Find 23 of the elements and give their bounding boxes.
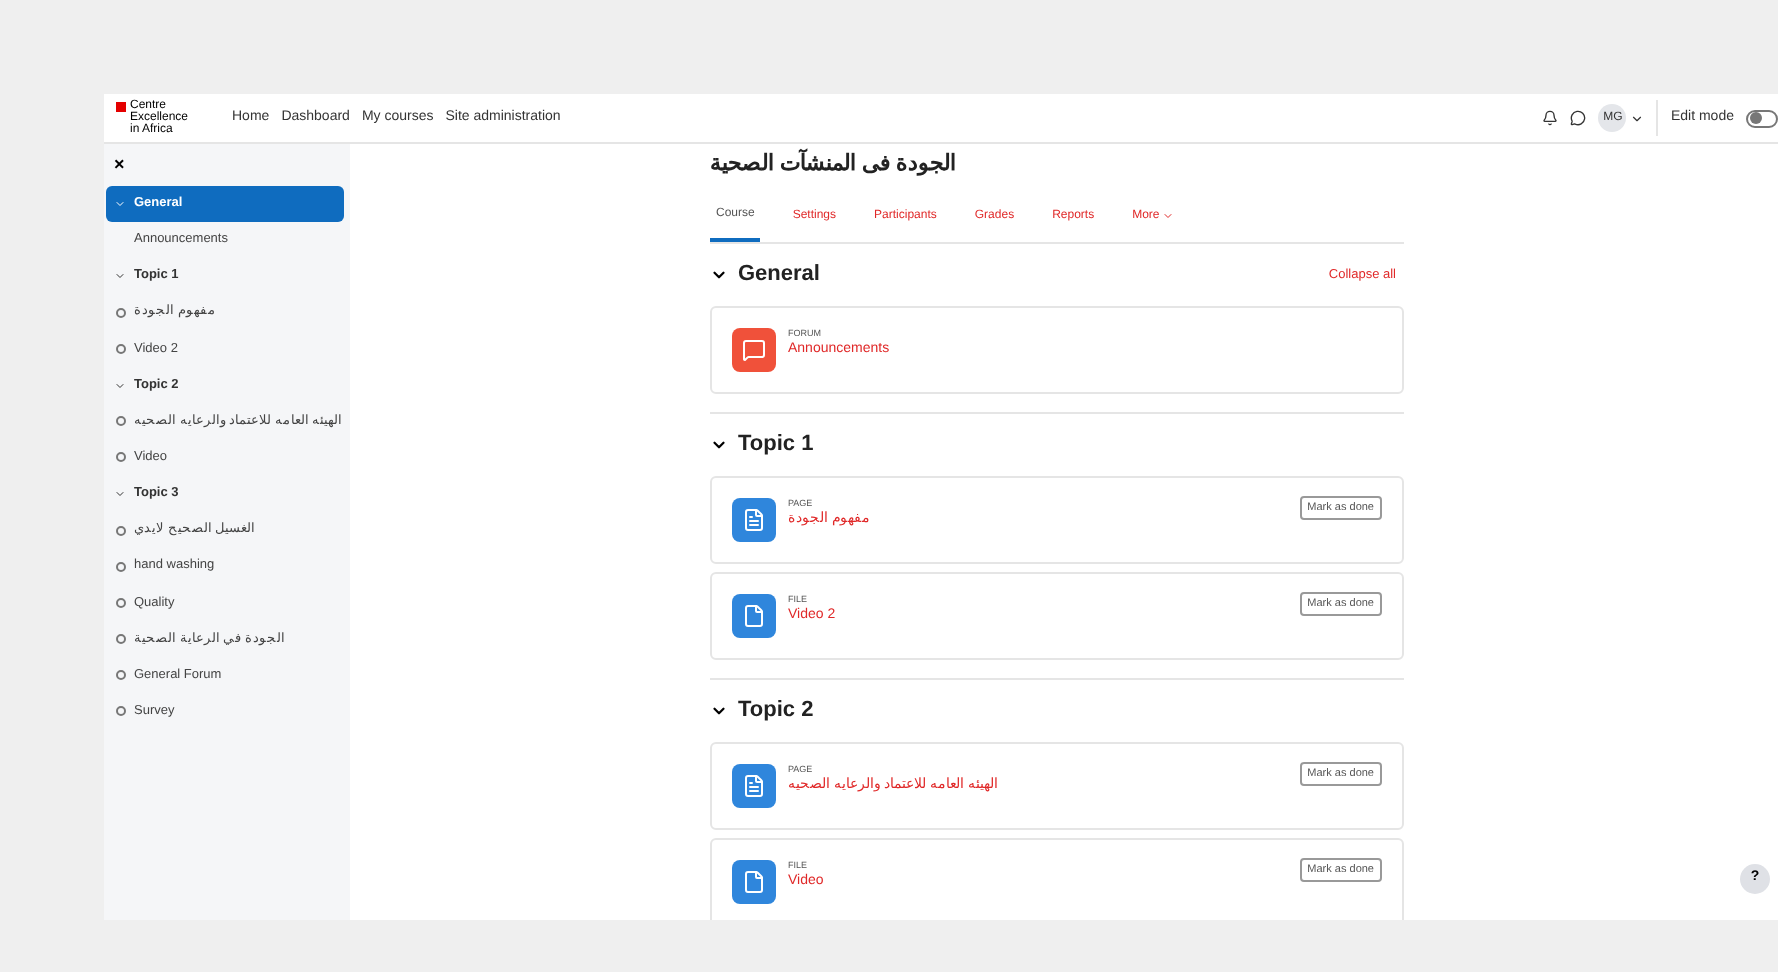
file-icon xyxy=(732,859,776,903)
forum-icon xyxy=(732,327,776,371)
chevron-icon[interactable] xyxy=(114,379,126,392)
messages-icon[interactable] xyxy=(1570,110,1587,126)
chevron-icon[interactable] xyxy=(114,487,126,500)
collapse-icon[interactable] xyxy=(710,266,728,284)
chevron-icon[interactable] xyxy=(114,270,126,283)
section-heading: General xyxy=(738,260,820,291)
notifications-icon[interactable] xyxy=(1542,110,1559,126)
section-heading: Topic 1 xyxy=(738,430,814,461)
course-title: الجودة فى المنشآت الصحية xyxy=(710,148,959,180)
file-icon xyxy=(732,593,776,637)
page-icon xyxy=(732,497,776,541)
collapse-icon[interactable] xyxy=(710,436,728,454)
section-heading: Topic 2 xyxy=(738,696,814,727)
edit-mode-switch[interactable] xyxy=(1746,109,1778,127)
logo-mark-icon xyxy=(116,102,126,112)
caret-icon xyxy=(1161,210,1174,222)
close-button[interactable]: × xyxy=(114,156,350,174)
page-icon xyxy=(732,763,776,807)
chevron-icon[interactable] xyxy=(114,198,126,210)
caret-icon xyxy=(1630,111,1645,125)
collapse-icon[interactable] xyxy=(710,702,728,720)
